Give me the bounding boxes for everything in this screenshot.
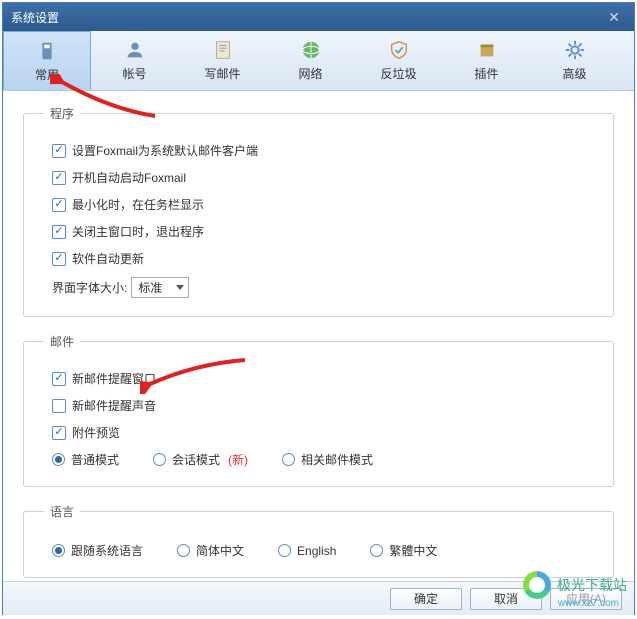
tab-label: 帐号 — [122, 65, 146, 82]
close-icon[interactable]: ✕ — [602, 7, 626, 27]
checkbox-minimize[interactable] — [52, 198, 66, 212]
label-minimize[interactable]: 最小化时，在任务栏显示 — [72, 196, 204, 213]
font-size-label: 界面字体大小: — [52, 279, 127, 296]
ok-button[interactable]: 确定 — [390, 588, 462, 610]
language-legend: 语言 — [44, 503, 80, 520]
tab-plugin[interactable]: 插件 — [443, 31, 531, 90]
radio-lang-follow[interactable]: 跟随系统语言 — [52, 542, 143, 559]
tab-label: 插件 — [474, 65, 498, 82]
radio-lang-simp[interactable]: 简体中文 — [177, 542, 244, 559]
new-tag: (新) — [228, 451, 248, 468]
network-icon — [300, 39, 322, 61]
label-auto-update[interactable]: 软件自动更新 — [72, 250, 144, 267]
checkbox-close-exit[interactable] — [52, 225, 66, 239]
checkbox-set-default[interactable] — [52, 144, 66, 158]
mail-group: 邮件 新邮件提醒窗口 新邮件提醒声音 附件预览 普通模式 会话模式(新) 相关邮… — [23, 333, 614, 487]
checkbox-sound[interactable] — [52, 399, 66, 413]
checkbox-auto-update[interactable] — [52, 252, 66, 266]
label-popup[interactable]: 新邮件提醒窗口 — [72, 370, 156, 387]
radio-lang-en[interactable]: English — [278, 544, 336, 558]
advanced-icon — [564, 39, 586, 61]
language-group: 语言 跟随系统语言 简体中文 English 繁體中文 — [23, 503, 614, 578]
tab-network[interactable]: 网络 — [267, 31, 355, 90]
label-preview[interactable]: 附件预览 — [72, 424, 120, 441]
toolbar: 常用 帐号 写邮件 网络 反垃圾 插件 高级 — [3, 31, 634, 91]
tab-label: 反垃圾 — [380, 65, 416, 82]
checkbox-popup[interactable] — [52, 372, 66, 386]
label-set-default[interactable]: 设置Foxmail为系统默认邮件客户端 — [72, 142, 258, 159]
tab-general[interactable]: 常用 — [3, 31, 91, 90]
tab-label: 常用 — [35, 66, 59, 83]
label-autostart[interactable]: 开机自动启动Foxmail — [72, 169, 186, 186]
tab-label: 网络 — [298, 65, 322, 82]
tab-account[interactable]: 帐号 — [91, 31, 179, 90]
program-legend: 程序 — [44, 105, 80, 122]
tab-compose[interactable]: 写邮件 — [179, 31, 267, 90]
radio-mode-thread[interactable]: 会话模式(新) — [153, 451, 248, 468]
cancel-button[interactable]: 取消 — [470, 588, 542, 610]
checkbox-autostart[interactable] — [52, 171, 66, 185]
tab-antispam[interactable]: 反垃圾 — [355, 31, 443, 90]
antispam-icon — [388, 39, 410, 61]
radio-lang-trad[interactable]: 繁體中文 — [370, 542, 437, 559]
apply-button[interactable]: 应用(A) — [550, 588, 622, 610]
general-icon — [36, 40, 58, 62]
radio-mode-normal[interactable]: 普通模式 — [52, 451, 119, 468]
account-icon — [124, 39, 146, 61]
plugin-icon — [476, 39, 498, 61]
tab-label: 高级 — [562, 65, 586, 82]
tab-label: 写邮件 — [204, 65, 240, 82]
tab-advanced[interactable]: 高级 — [531, 31, 619, 90]
label-close-exit[interactable]: 关闭主窗口时，退出程序 — [72, 223, 204, 240]
mail-legend: 邮件 — [44, 333, 80, 350]
program-group: 程序 设置Foxmail为系统默认邮件客户端 开机自动启动Foxmail 最小化… — [23, 105, 614, 317]
label-sound[interactable]: 新邮件提醒声音 — [72, 397, 156, 414]
compose-icon — [212, 39, 234, 61]
checkbox-preview[interactable] — [52, 426, 66, 440]
radio-mode-related[interactable]: 相关邮件模式 — [282, 451, 373, 468]
window-title: 系统设置 — [11, 9, 602, 26]
font-size-select[interactable]: 标准 — [131, 277, 189, 298]
